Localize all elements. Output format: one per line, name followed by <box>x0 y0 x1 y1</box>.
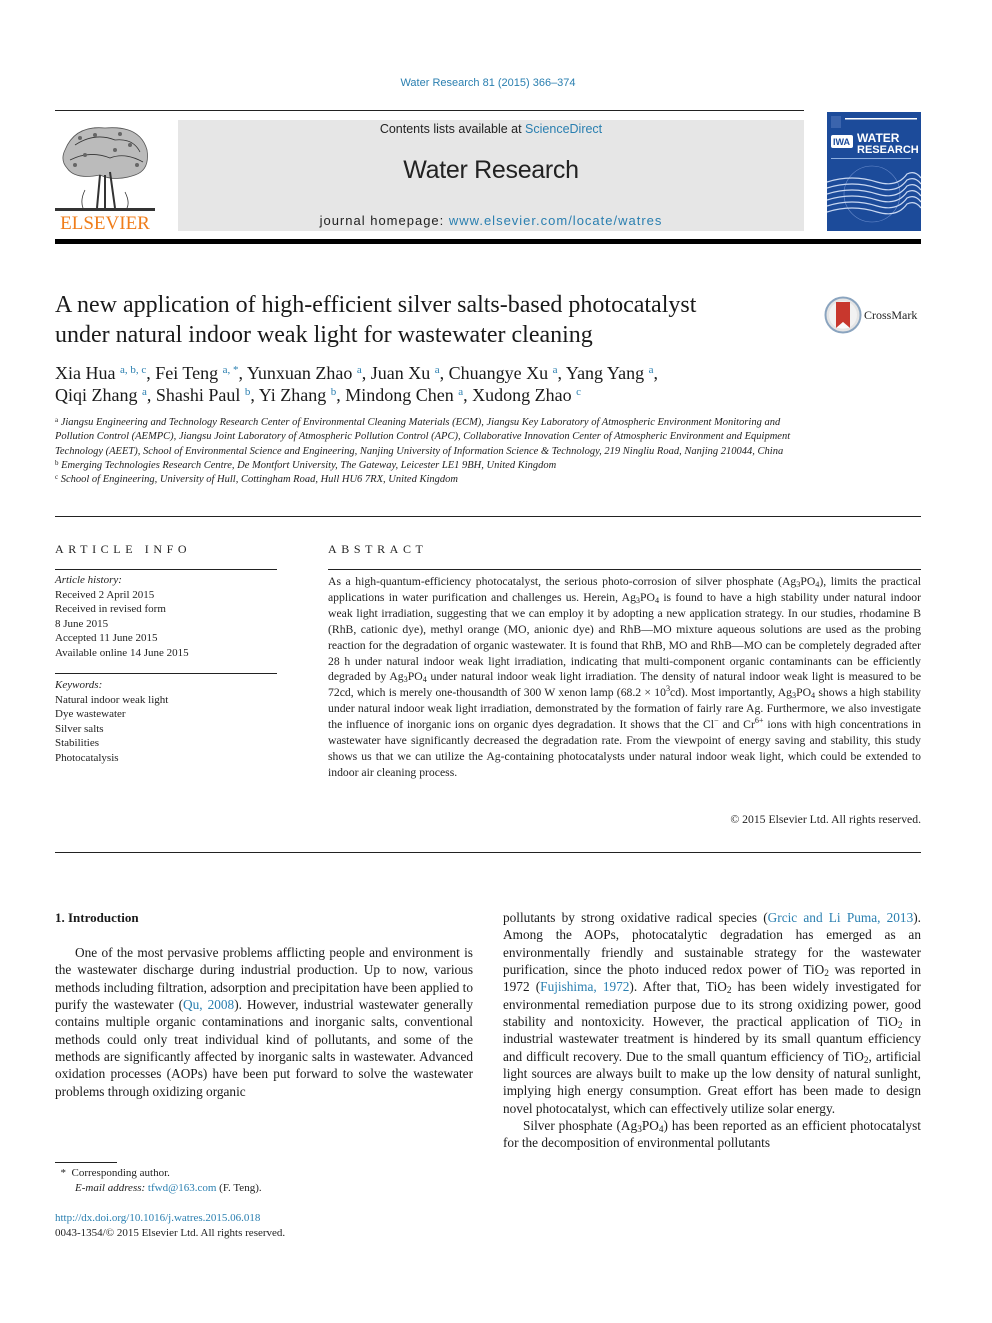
masthead-top-rule <box>55 110 804 111</box>
author[interactable]: Chuangye Xu a, <box>449 363 566 383</box>
keyword: Photocatalysis <box>55 751 119 764</box>
email-note: E-mail address: tfwd@163.com (F. Teng). <box>75 1182 262 1194</box>
email-link[interactable]: tfwd@163.com <box>148 1182 216 1194</box>
body-column-left: One of the most pervasive problems affli… <box>55 944 473 1100</box>
article-history-label: Article history: <box>55 574 122 586</box>
footnotes: * Corresponding author. E-mail address: … <box>55 1166 475 1196</box>
paragraph: One of the most pervasive problems affli… <box>55 945 473 1099</box>
history-item: Available online 14 June 2015 <box>55 646 189 659</box>
abstract-heading: ABSTRACT <box>328 542 428 556</box>
elsevier-tree-icon <box>55 127 155 211</box>
keyword: Stabilities <box>55 737 99 749</box>
affiliation-a: a Jiangsu Engineering and Technology Res… <box>55 416 791 457</box>
journal-masthead: Contents lists available at ScienceDirec… <box>178 120 804 231</box>
paragraph: Silver phosphate (Ag3PO4) has been repor… <box>503 1118 921 1151</box>
cover-badge-text: IWA <box>833 137 850 147</box>
author[interactable]: Yunxuan Zhao a, <box>247 363 371 383</box>
citation-link[interactable]: Grcic and Li Puma, 2013 <box>768 910 914 925</box>
citation-link[interactable]: Fujishima, 1972 <box>540 979 629 994</box>
author-affiliation-ref[interactable]: c <box>576 386 581 398</box>
keywords-label: Keywords: <box>55 679 103 691</box>
history-item: Accepted 11 June 2015 <box>55 632 158 644</box>
divider <box>55 852 921 853</box>
abstract-copyright: © 2015 Elsevier Ltd. All rights reserved… <box>730 813 921 826</box>
divider <box>55 569 277 570</box>
affiliation-c: c School of Engineering, University of H… <box>55 473 458 486</box>
author[interactable]: Xia Hua a, b, c, <box>55 363 155 383</box>
article-title-line1: A new application of high-efficient silv… <box>55 292 697 318</box>
author[interactable]: Xudong Zhao c <box>472 385 581 405</box>
divider <box>55 673 277 674</box>
elsevier-wordmark: ELSEVIER <box>60 213 150 234</box>
affiliations: a Jiangsu Engineering and Technology Res… <box>55 416 815 487</box>
crossmark-icon <box>824 296 862 334</box>
keywords: Keywords: Natural indoor weak light Dye … <box>55 678 277 765</box>
homepage-prefix: journal homepage: <box>319 213 449 228</box>
paragraph: pollutants by strong oxidative radical s… <box>503 910 922 1116</box>
cover-title-line1: WATER <box>857 131 900 145</box>
divider <box>328 569 921 570</box>
journal-homepage-link[interactable]: www.elsevier.com/locate/watres <box>449 213 663 228</box>
author[interactable]: Mindong Chen a, <box>345 385 472 405</box>
keyword: Dye wastewater <box>55 708 126 720</box>
footnote-rule <box>55 1162 117 1163</box>
history-item: Received 2 April 2015 <box>55 588 155 601</box>
author[interactable]: Yang Yang a, <box>566 363 658 383</box>
history-item: 8 June 2015 <box>55 617 109 630</box>
journal-homepage-line: journal homepage: www.elsevier.com/locat… <box>178 213 804 228</box>
sciencedirect-link[interactable]: ScienceDirect <box>525 122 602 136</box>
author[interactable]: Fei Teng a, *, <box>155 363 247 383</box>
masthead-bottom-rule <box>55 239 921 244</box>
author-affiliation-ref[interactable]: a, b, c <box>120 364 146 376</box>
author-list: Xia Hua a, b, c, Fei Teng a, *, Yunxuan … <box>55 362 875 406</box>
journal-reference-link[interactable]: Water Research 81 (2015) 366–374 <box>0 77 976 89</box>
cover-title-line2: RESEARCH <box>857 144 919 156</box>
journal-cover-image[interactable]: IWA WATER RESEARCH <box>827 112 921 231</box>
journal-title: Water Research <box>403 156 579 184</box>
author-affiliation-ref[interactable]: a, * <box>223 364 239 376</box>
author[interactable]: Yi Zhang b, <box>259 385 346 405</box>
history-item: Received in revised form <box>55 603 166 615</box>
article-info-heading: ARTICLE INFO <box>55 542 192 556</box>
contents-line: Contents lists available at ScienceDirec… <box>178 122 804 136</box>
article-title-line2: under natural indoor weak light for wast… <box>55 322 593 348</box>
article-history: Article history: Received 2 April 2015 R… <box>55 573 277 660</box>
contents-prefix: Contents lists available at <box>379 122 526 136</box>
keyword: Natural indoor weak light <box>55 693 169 706</box>
doi-link[interactable]: http://dx.doi.org/10.1016/j.watres.2015.… <box>55 1212 260 1224</box>
divider <box>55 516 921 517</box>
journal-cover-art: IWA WATER RESEARCH <box>827 112 921 231</box>
affiliation-b: b Emerging Technologies Research Centre,… <box>55 458 557 471</box>
author[interactable]: Qiqi Zhang a, <box>55 385 156 405</box>
abstract-text: As a high-quantum-efficiency photocataly… <box>328 575 922 779</box>
keyword: Silver salts <box>55 722 104 735</box>
body-column-right: pollutants by strong oxidative radical s… <box>503 909 921 1152</box>
doi-block: http://dx.doi.org/10.1016/j.watres.2015.… <box>55 1211 475 1241</box>
crossmark-button[interactable]: CrossMark <box>824 296 924 334</box>
citation-link[interactable]: Qu, 2008 <box>183 997 234 1012</box>
author[interactable]: Shashi Paul b, <box>156 385 259 405</box>
author[interactable]: Juan Xu a, <box>371 363 449 383</box>
corresponding-author-note: * Corresponding author. <box>60 1167 170 1179</box>
crossmark-label: CrossMark <box>864 308 918 322</box>
elsevier-logo[interactable]: ELSEVIER <box>55 120 155 235</box>
issn-line: 0043-1354/© 2015 Elsevier Ltd. All right… <box>55 1227 286 1239</box>
section-heading-introduction: 1. Introduction <box>55 910 139 925</box>
article-title: A new application of high-efficient silv… <box>55 290 815 350</box>
